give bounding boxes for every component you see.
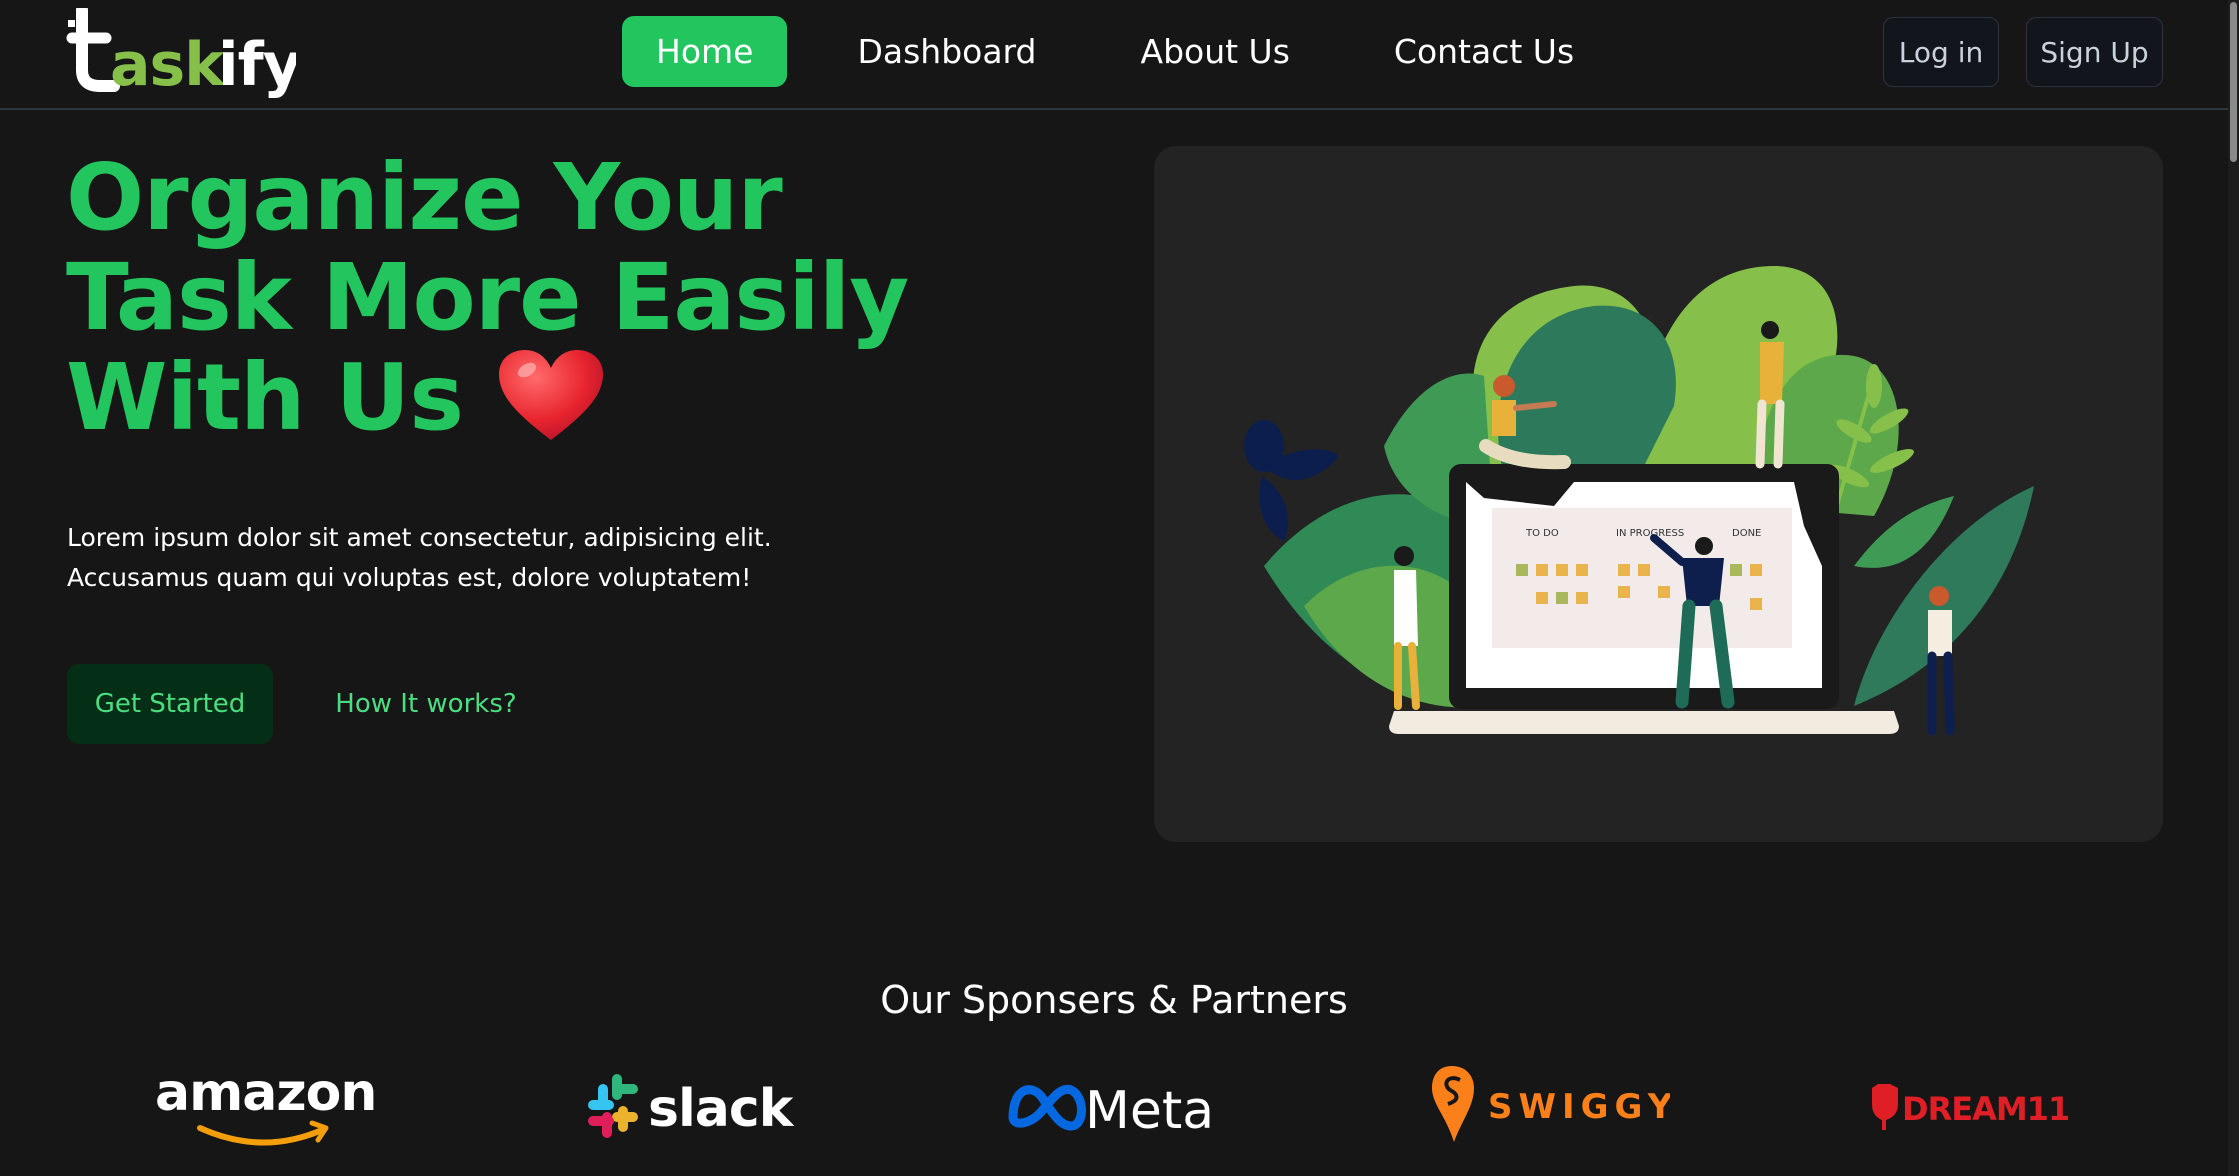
partner-meta[interactable]: Meta (1005, 1060, 1245, 1150)
hero-title-line-2: Task More Easily (66, 244, 909, 351)
main-nav: Home Dashboard About Us Contact Us (622, 16, 1608, 87)
partner-slack[interactable]: slack (580, 1060, 800, 1150)
taskify-logo-mark: ask ify (66, 8, 296, 100)
slack-wordmark: slack (648, 1079, 795, 1139)
login-button[interactable]: Log in (1883, 17, 1999, 87)
hero-title-line-1: Organize Your (66, 144, 783, 251)
partner-dream11[interactable]: DREAM11 (1868, 1060, 2068, 1150)
taskify-logo[interactable]: ask ify (66, 8, 296, 103)
logo-text-green: ask (110, 30, 226, 100)
nav-home[interactable]: Home (622, 16, 788, 87)
nav-dashboard[interactable]: Dashboard (823, 16, 1070, 87)
hero-illustration-card: TO DO IN PROGRESS DONE (1154, 146, 2163, 842)
dream11-helmet-icon (1872, 1084, 1898, 1130)
slack-logo: slack (588, 1074, 796, 1139)
slack-hash-icon (588, 1074, 638, 1138)
hero-description: Lorem ipsum dolor sit amet consectetur, … (67, 518, 827, 598)
logo-text-white: ify (218, 30, 296, 100)
meta-logo: Meta (1008, 1081, 1214, 1141)
hero-description-line-2: Accusamus quam qui voluptas est, dolore … (67, 563, 752, 592)
get-started-button[interactable]: Get Started (67, 664, 273, 744)
leaf-shape (1259, 476, 1288, 541)
amazon-smile-icon (197, 1125, 325, 1146)
hero-title-line-3-text: With Us (66, 344, 464, 451)
how-it-works-link[interactable]: How It works? (300, 664, 552, 744)
amazon-wordmark: amazon (155, 1063, 376, 1123)
dream11-logo: DREAM11 (1872, 1084, 2068, 1130)
nav-contact-us[interactable]: Contact Us (1360, 16, 1608, 87)
hero-title: Organize Your Task More Easily With Us (66, 148, 966, 452)
nav-about-us[interactable]: About Us (1107, 16, 1324, 87)
signup-button[interactable]: Sign Up (2026, 17, 2163, 87)
partner-swiggy[interactable]: SWIGGY (1430, 1060, 1670, 1150)
page-scrollbar-thumb[interactable] (2230, 2, 2237, 162)
partner-amazon[interactable]: amazon (152, 1060, 382, 1150)
page-scrollbar[interactable] (2228, 0, 2239, 1176)
meta-infinity-icon (1008, 1084, 1086, 1131)
laptop-base (1389, 711, 1899, 734)
swiggy-wordmark: SWIGGY (1488, 1087, 1670, 1127)
leaf-shape (1866, 364, 1882, 408)
swiggy-logo: SWIGGY (1432, 1066, 1670, 1142)
kanban-team-illustration: TO DO IN PROGRESS DONE (1244, 266, 2034, 736)
amazon-logo: amazon (155, 1063, 377, 1146)
partners-title: Our Sponsers & Partners (880, 978, 1348, 1022)
heart-icon (498, 349, 603, 440)
column-done: DONE (1732, 528, 1761, 539)
hero-description-line-1: Lorem ipsum dolor sit amet consectetur, … (67, 523, 772, 552)
column-todo: TO DO (1525, 528, 1559, 539)
meta-wordmark: Meta (1085, 1081, 1214, 1141)
hero-title-line-3: With Us (66, 348, 966, 452)
dream11-wordmark: DREAM11 (1902, 1090, 2068, 1128)
navbar: ask ify Home Dashboard About Us Contact … (0, 0, 2228, 110)
